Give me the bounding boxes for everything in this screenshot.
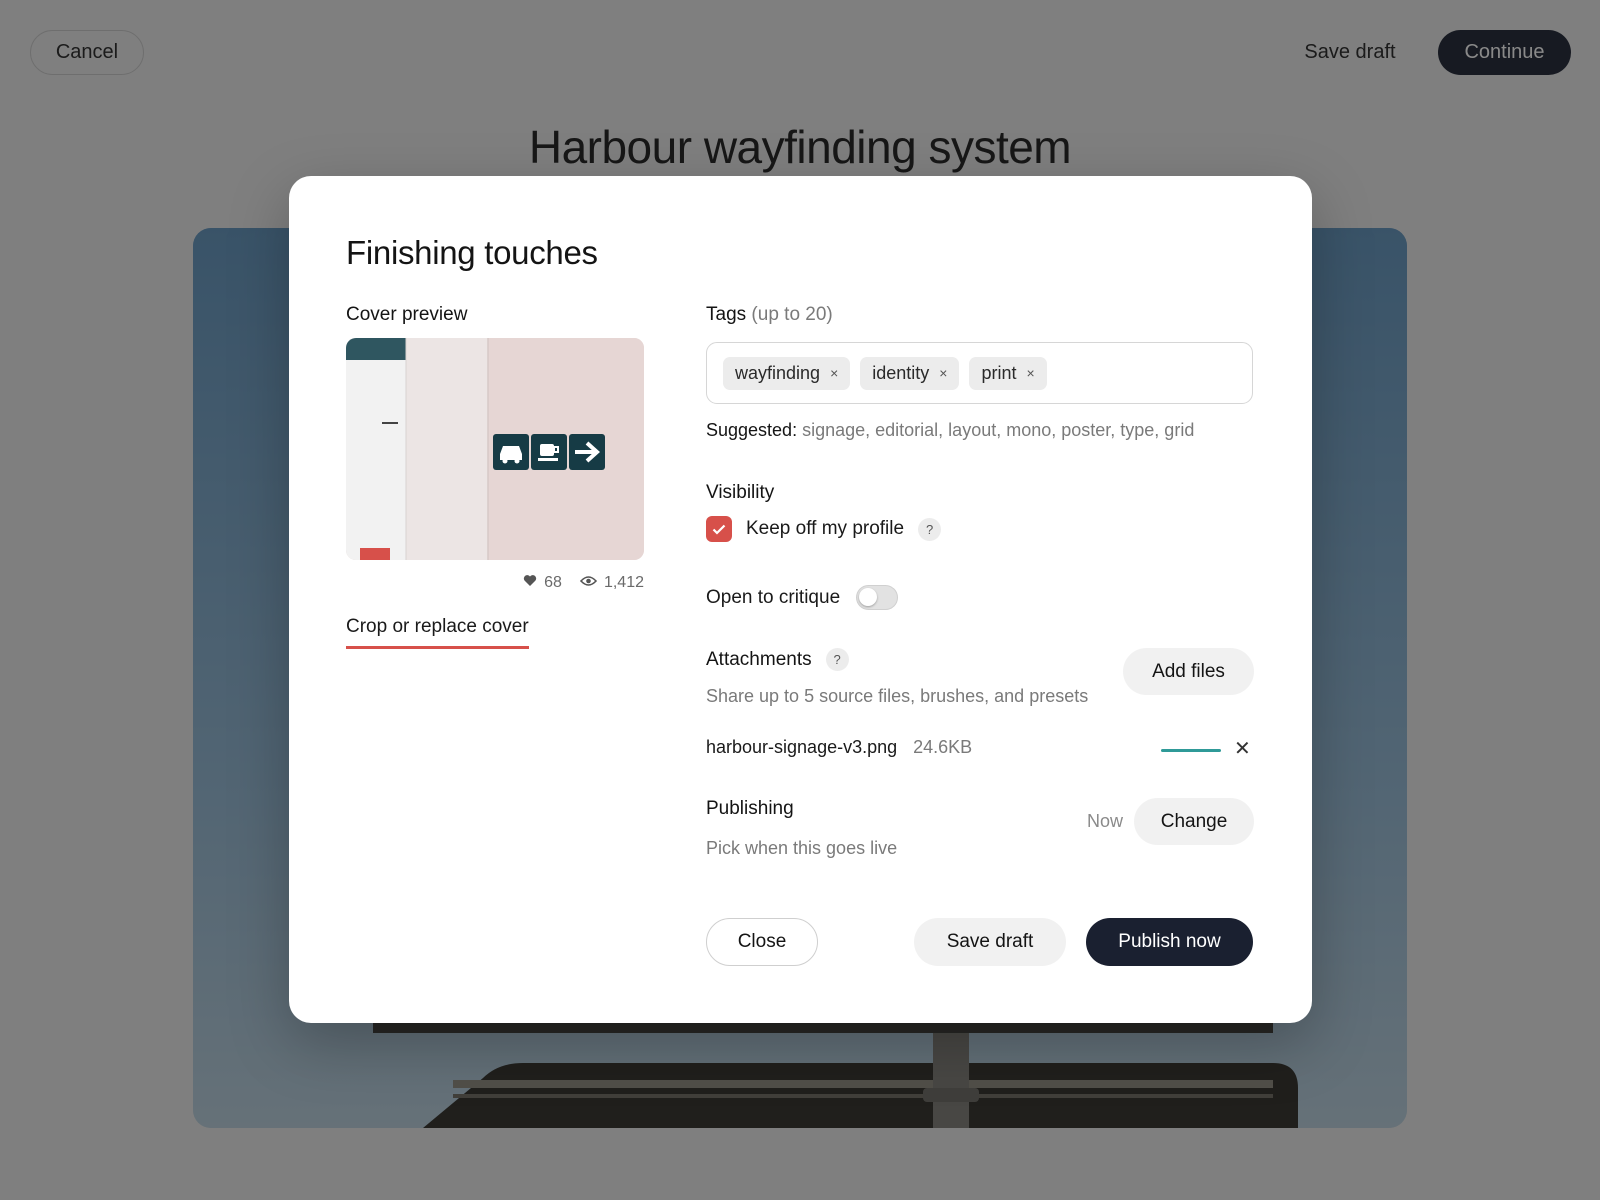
- open-to-critique-row: Open to critique: [706, 585, 899, 610]
- open-to-critique-label: Open to critique: [706, 586, 841, 608]
- cover-stats: 68 1,412: [346, 574, 644, 592]
- visibility-label: Visibility: [706, 482, 775, 503]
- remove-file-icon[interactable]: ✕: [1234, 737, 1251, 761]
- tags-input[interactable]: wayfinding × identity × print ×: [706, 342, 1253, 404]
- cover-preview-label: Cover preview: [346, 304, 468, 325]
- tag-chip-label: print: [981, 362, 1017, 383]
- dialog-title: Finishing touches: [346, 234, 598, 271]
- file-name: harbour-signage-v3.png: [706, 737, 898, 757]
- crop-replace-cover-link[interactable]: Crop or replace cover: [346, 616, 529, 649]
- cover-preview-image: [346, 338, 644, 560]
- toggle-knob: [859, 588, 878, 606]
- publish-now-button[interactable]: Publish now: [1086, 918, 1253, 966]
- change-publishing-button[interactable]: Change: [1134, 798, 1254, 845]
- attachments-description: Share up to 5 source files, brushes, and…: [706, 686, 1089, 706]
- attachment-file-row: harbour-signage-v3.png 24.6KB ✕: [706, 737, 1253, 761]
- likes-count: 68: [544, 574, 562, 591]
- tags-label: Tags (up to 20): [706, 304, 833, 326]
- tag-chip: print ×: [969, 356, 1047, 390]
- suggested-tags-list[interactable]: signage, editorial, layout, mono, poster…: [802, 420, 1194, 440]
- upload-progress-bar: [1161, 749, 1221, 752]
- views-count: 1,412: [603, 574, 644, 591]
- keep-off-profile-row[interactable]: Keep off my profile ?: [706, 516, 942, 542]
- upload-progress-fill: [1161, 749, 1221, 752]
- help-icon[interactable]: ?: [825, 648, 849, 671]
- tag-remove-icon[interactable]: ×: [939, 365, 947, 381]
- keep-off-profile-checkbox[interactable]: [706, 516, 732, 542]
- eye-icon: [579, 574, 598, 592]
- tag-chip: wayfinding ×: [723, 356, 851, 390]
- publishing-value: Now: [1087, 811, 1124, 831]
- keep-off-profile-label: Keep off my profile: [746, 518, 905, 539]
- suggested-label: Suggested:: [706, 420, 798, 440]
- save-draft-button[interactable]: Save draft: [914, 918, 1066, 966]
- tag-chip: identity ×: [860, 356, 960, 390]
- add-files-button[interactable]: Add files: [1123, 648, 1254, 695]
- tags-label-text: Tags: [706, 304, 747, 325]
- views-stat: 1,412: [579, 574, 644, 592]
- help-icon[interactable]: ?: [918, 517, 942, 541]
- file-size: 24.6KB: [913, 737, 973, 757]
- cover-photo: [346, 338, 644, 560]
- heart-icon: [523, 574, 537, 592]
- attachments-label: Attachments ?: [706, 648, 849, 671]
- likes-stat: 68: [523, 574, 562, 592]
- publishing-description: Pick when this goes live: [706, 838, 898, 858]
- tag-remove-icon[interactable]: ×: [830, 365, 838, 381]
- close-button[interactable]: Close: [706, 918, 818, 966]
- publishing-label: Publishing: [706, 798, 794, 819]
- finishing-touches-dialog: Finishing touches Cover preview 68 1,412…: [289, 176, 1312, 1023]
- tag-chip-label: identity: [872, 362, 930, 383]
- attachments-label-text: Attachments: [706, 648, 812, 670]
- suggested-tags: Suggested: signage, editorial, layout, m…: [706, 420, 1194, 441]
- tag-remove-icon[interactable]: ×: [1027, 365, 1035, 381]
- tag-chip-label: wayfinding: [735, 362, 821, 383]
- open-to-critique-toggle[interactable]: [856, 585, 899, 610]
- checkmark-icon: [712, 524, 726, 535]
- tags-hint: (up to 20): [751, 304, 833, 325]
